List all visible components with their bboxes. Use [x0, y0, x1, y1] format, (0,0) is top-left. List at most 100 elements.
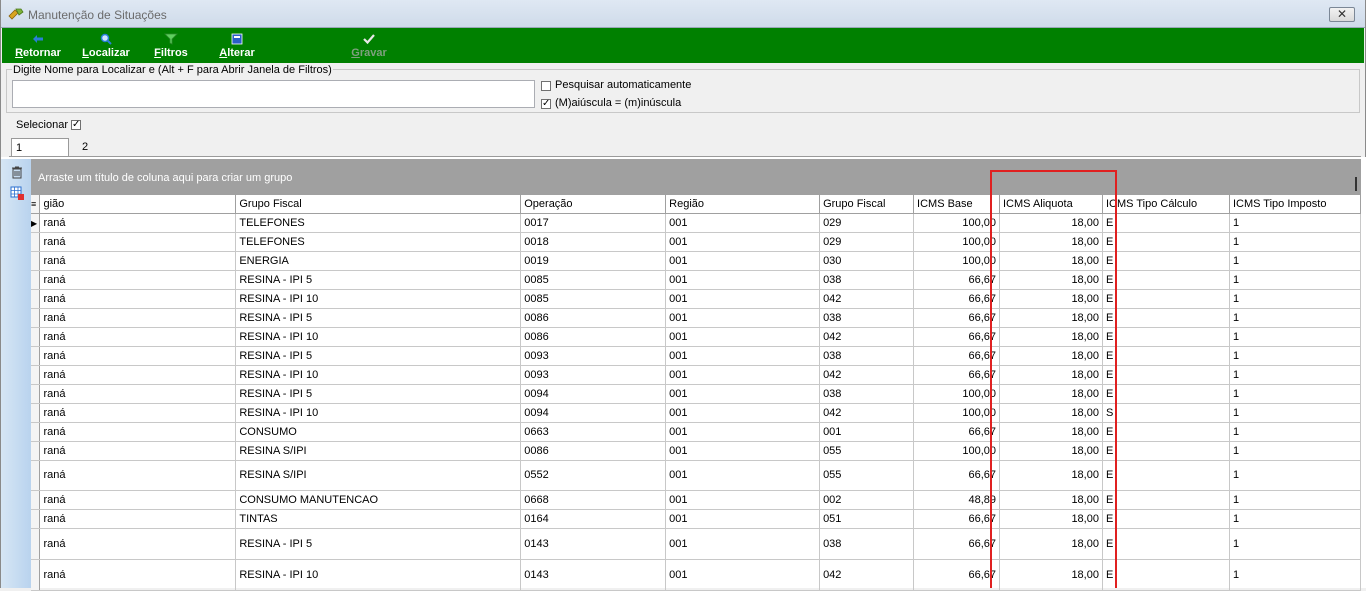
- filtros-button[interactable]: Filtros: [151, 31, 191, 61]
- table-row[interactable]: raná RESINA - IPI 10 0094 001 042 100,00 18,00…: [31, 403, 1362, 423]
- table-cell[interactable]: RESINA - IPI 10: [235, 559, 522, 591]
- column-header[interactable]: ICMS Tipo Imposto: [1229, 195, 1362, 214]
- table-row[interactable]: raná RESINA - IPI 10 0093 001 042 66,67 18,00 E…: [31, 365, 1362, 385]
- table-cell[interactable]: 0085: [520, 289, 667, 309]
- table-cell[interactable]: raná: [39, 213, 237, 233]
- table-cell[interactable]: 001: [665, 251, 821, 271]
- table-cell[interactable]: 66,67: [913, 308, 1000, 328]
- table-cell[interactable]: 0143: [520, 559, 667, 591]
- table-cell[interactable]: 18,00: [999, 213, 1103, 233]
- table-cell[interactable]: 18,00: [999, 327, 1103, 347]
- table-cell[interactable]: raná: [39, 403, 237, 423]
- table-cell[interactable]: 66,67: [913, 528, 1000, 560]
- table-cell[interactable]: 055: [819, 460, 915, 491]
- table-cell[interactable]: 1: [1229, 559, 1362, 591]
- row-indicator[interactable]: ▶: [31, 213, 41, 233]
- table-cell[interactable]: 48,89: [913, 490, 1000, 510]
- table-cell[interactable]: 18,00: [999, 490, 1103, 510]
- table-cell[interactable]: raná: [39, 441, 237, 461]
- table-cell[interactable]: 66,67: [913, 509, 1000, 529]
- table-cell[interactable]: 66,67: [913, 559, 1000, 591]
- table-row[interactable]: raná ENERGIA 0019 001 030 100,00 18,00 E 1: [31, 251, 1362, 271]
- column-header[interactable]: ICMS Aliquota: [999, 195, 1103, 214]
- table-cell[interactable]: TELEFONES: [235, 232, 522, 252]
- column-header[interactable]: gião: [39, 195, 237, 214]
- table-cell[interactable]: 66,67: [913, 422, 1000, 442]
- table-cell[interactable]: 0086: [520, 441, 667, 461]
- table-cell[interactable]: 18,00: [999, 422, 1103, 442]
- table-cell[interactable]: 1: [1229, 403, 1362, 423]
- table-cell[interactable]: 038: [819, 528, 915, 560]
- table-cell[interactable]: E: [1102, 232, 1230, 252]
- table-row[interactable]: raná CONSUMO 0663 001 001 66,67 18,00 E 1: [31, 422, 1362, 442]
- table-cell[interactable]: 18,00: [999, 509, 1103, 529]
- search-input[interactable]: [12, 80, 535, 108]
- table-cell[interactable]: 1: [1229, 528, 1362, 560]
- table-cell[interactable]: 0086: [520, 308, 667, 328]
- column-header[interactable]: Grupo Fiscal: [235, 195, 522, 214]
- table-cell[interactable]: 001: [665, 422, 821, 442]
- table-row[interactable]: raná RESINA - IPI 5 0094 001 038 100,00 18,00 E…: [31, 384, 1362, 404]
- table-cell[interactable]: E: [1102, 559, 1230, 591]
- table-cell[interactable]: raná: [39, 460, 237, 491]
- table-cell[interactable]: raná: [39, 528, 237, 560]
- table-cell[interactable]: E: [1102, 213, 1230, 233]
- table-cell[interactable]: 66,67: [913, 270, 1000, 290]
- row-indicator[interactable]: [31, 308, 41, 328]
- table-row[interactable]: raná RESINA S/IPI 0552 001 055 66,67 18,00 E 1: [31, 460, 1362, 491]
- table-cell[interactable]: 001: [819, 422, 915, 442]
- table-cell[interactable]: E: [1102, 441, 1230, 461]
- row-indicator[interactable]: [31, 270, 41, 290]
- row-indicator[interactable]: [31, 289, 41, 309]
- table-cell[interactable]: RESINA - IPI 5: [235, 528, 522, 560]
- table-row[interactable]: raná CONSUMO MANUTENCAO 0668 001 002 48,89 18,…: [31, 490, 1362, 510]
- table-cell[interactable]: 042: [819, 403, 915, 423]
- table-cell[interactable]: 1: [1229, 308, 1362, 328]
- table-cell[interactable]: 001: [665, 232, 821, 252]
- table-cell[interactable]: 18,00: [999, 365, 1103, 385]
- table-cell[interactable]: 001: [665, 528, 821, 560]
- table-cell[interactable]: RESINA - IPI 5: [235, 270, 522, 290]
- table-cell[interactable]: 100,00: [913, 403, 1000, 423]
- column-header[interactable]: Operação: [520, 195, 667, 214]
- table-row[interactable]: raná TELEFONES 0018 001 029 100,00 18,00 E 1: [31, 232, 1362, 252]
- row-indicator[interactable]: [31, 327, 41, 347]
- auto-search-checkbox[interactable]: [541, 81, 551, 91]
- table-cell[interactable]: RESINA - IPI 10: [235, 403, 522, 423]
- table-cell[interactable]: 042: [819, 559, 915, 591]
- table-cell[interactable]: S: [1102, 403, 1230, 423]
- table-cell[interactable]: 0085: [520, 270, 667, 290]
- row-indicator[interactable]: [31, 365, 41, 385]
- table-cell[interactable]: 001: [665, 270, 821, 290]
- table-cell[interactable]: 1: [1229, 232, 1362, 252]
- row-indicator[interactable]: [31, 490, 41, 510]
- table-cell[interactable]: 100,00: [913, 251, 1000, 271]
- table-cell[interactable]: 1: [1229, 422, 1362, 442]
- trash-icon[interactable]: [10, 165, 24, 179]
- table-cell[interactable]: E: [1102, 365, 1230, 385]
- gravar-button[interactable]: Gravar: [347, 31, 391, 61]
- table-cell[interactable]: ENERGIA: [235, 251, 522, 271]
- table-row[interactable]: ▶ raná TELEFONES 0017 001 029 100,00 18,00 E 1: [31, 213, 1362, 233]
- table-cell[interactable]: 038: [819, 346, 915, 366]
- table-cell[interactable]: 001: [665, 559, 821, 591]
- table-cell[interactable]: 0086: [520, 327, 667, 347]
- table-cell[interactable]: RESINA - IPI 5: [235, 346, 522, 366]
- column-header[interactable]: Região: [665, 195, 821, 214]
- table-cell[interactable]: 0018: [520, 232, 667, 252]
- table-cell[interactable]: raná: [39, 384, 237, 404]
- table-cell[interactable]: raná: [39, 422, 237, 442]
- group-by-panel[interactable]: Arraste um título de coluna aqui para cr…: [31, 159, 1361, 195]
- table-cell[interactable]: 66,67: [913, 346, 1000, 366]
- table-cell[interactable]: 001: [665, 308, 821, 328]
- table-cell[interactable]: 001: [665, 346, 821, 366]
- table-cell[interactable]: E: [1102, 346, 1230, 366]
- table-cell[interactable]: RESINA S/IPI: [235, 460, 522, 491]
- table-cell[interactable]: E: [1102, 422, 1230, 442]
- table-row[interactable]: raná RESINA - IPI 5 0086 001 038 66,67 18,00 E 1: [31, 308, 1362, 328]
- table-cell[interactable]: E: [1102, 251, 1230, 271]
- table-cell[interactable]: 1: [1229, 490, 1362, 510]
- row-indicator[interactable]: [31, 346, 41, 366]
- table-cell[interactable]: 1: [1229, 365, 1362, 385]
- table-cell[interactable]: 001: [665, 365, 821, 385]
